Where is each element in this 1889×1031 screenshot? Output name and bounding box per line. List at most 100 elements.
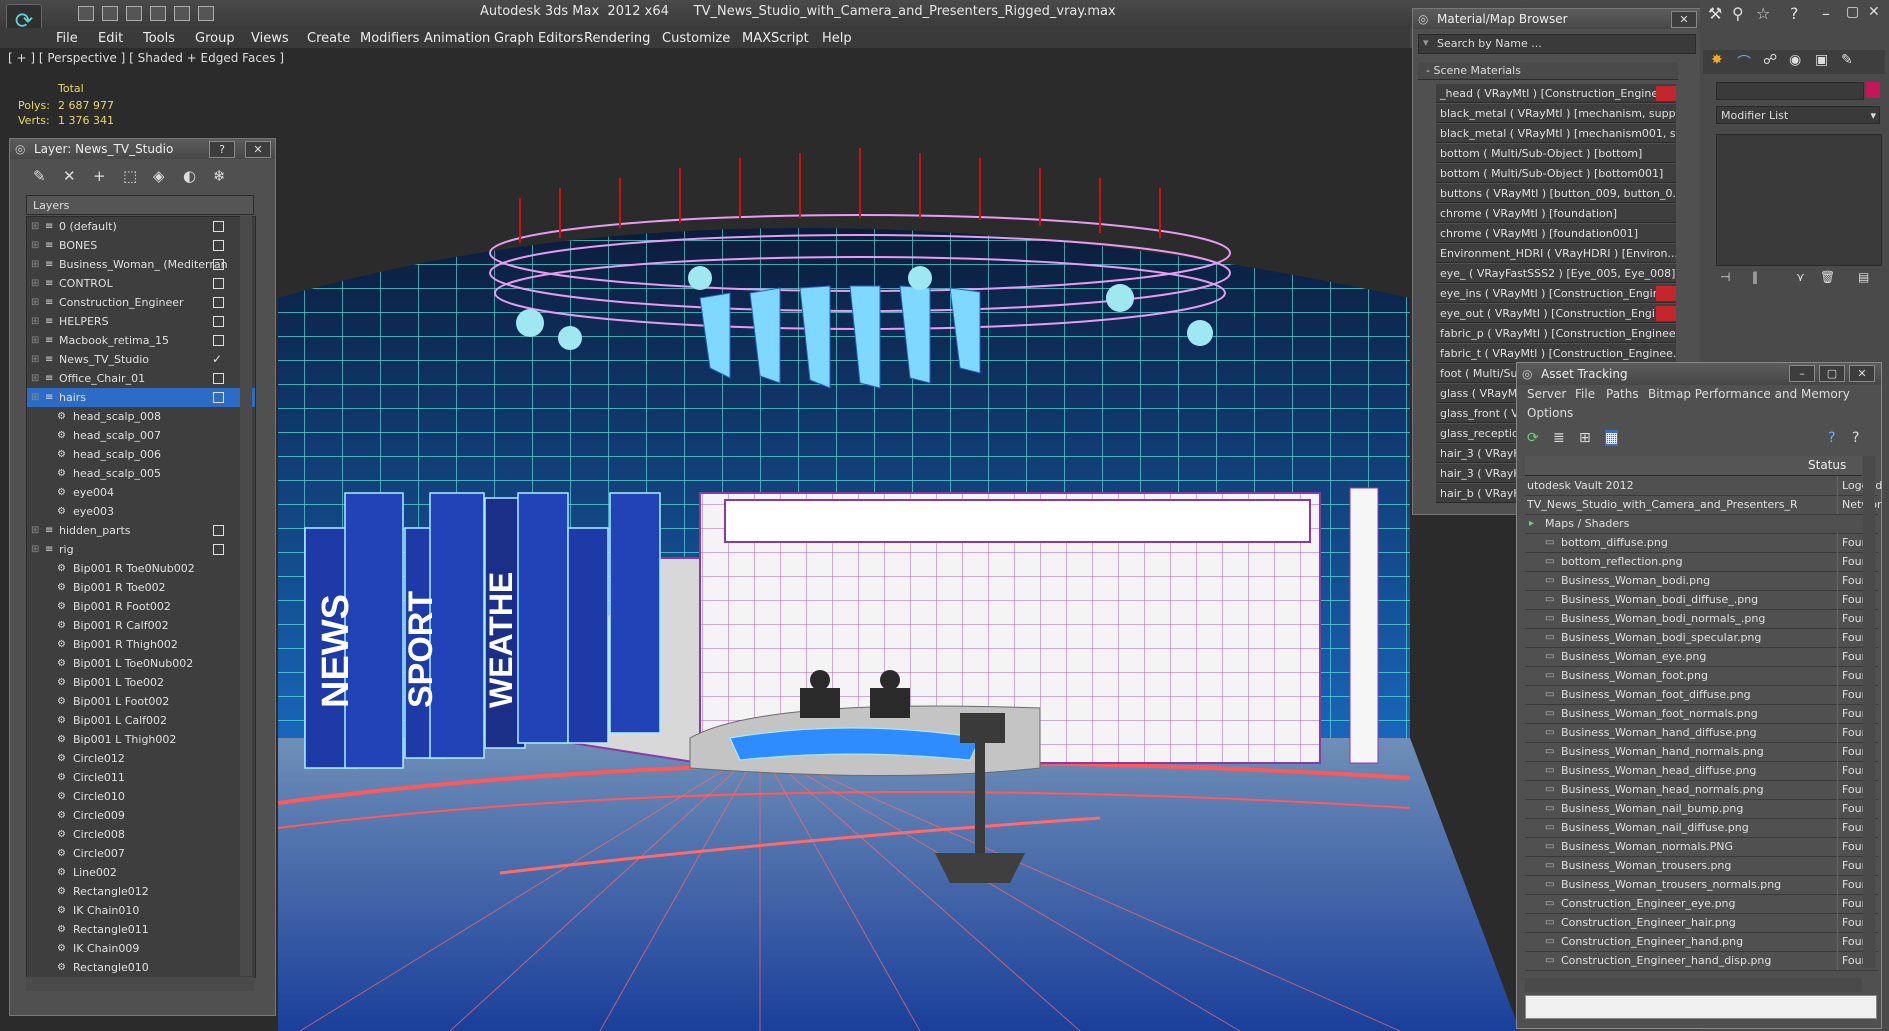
select-objects-icon[interactable]: ⬚ bbox=[123, 167, 137, 185]
material-search-box[interactable]: ▾ Search by Name ... bbox=[1418, 34, 1696, 54]
asset-menu-file[interactable]: File bbox=[1575, 387, 1595, 401]
asset-row[interactable]: ▭ Construction_Engineer_hair.png Found bbox=[1525, 913, 1878, 933]
layer-row[interactable]: ⊞ ≡ Office_Chair_01 bbox=[27, 369, 255, 388]
motion-tab-icon[interactable]: ◉ bbox=[1789, 52, 1801, 68]
hide-toggle-box[interactable] bbox=[213, 335, 224, 346]
asset-row[interactable]: ▭ Business_Woman_head_diffuse.png Found bbox=[1525, 761, 1878, 781]
highlight-layer-icon[interactable]: ◈ bbox=[153, 167, 165, 185]
hide-toggle-box[interactable] bbox=[213, 544, 224, 555]
object-color-swatch[interactable] bbox=[1866, 82, 1880, 98]
asset-row[interactable]: ▭ Business_Woman_bodi_normals_.png Found bbox=[1525, 609, 1878, 629]
layer-row[interactable]: ⚙ head_scalp_007 bbox=[27, 426, 255, 445]
minimize-window-icon[interactable]: – bbox=[1822, 4, 1830, 23]
modifier-list-dropdown[interactable]: Modifier List ▾ bbox=[1716, 106, 1880, 124]
material-row[interactable]: eye_ins ( VRayMtl ) [Construction_Engine… bbox=[1436, 284, 1676, 303]
asset-menu-server[interactable]: Server bbox=[1527, 387, 1566, 401]
material-row[interactable]: bottom ( Multi/Sub-Object ) [bottom001] bbox=[1436, 164, 1676, 183]
hierarchy-tab-icon[interactable]: ☍ bbox=[1763, 52, 1777, 68]
material-row[interactable]: _head ( VRayMtl ) [Construction_Engineer… bbox=[1436, 84, 1676, 103]
asset-path-field[interactable] bbox=[1525, 995, 1877, 1019]
redo-icon[interactable] bbox=[174, 6, 190, 21]
expand-icon[interactable]: ⊞ bbox=[31, 331, 39, 350]
layer-row[interactable]: ⊞ ≡ BONES bbox=[27, 236, 255, 255]
scene-materials-section[interactable]: - Scene Materials bbox=[1418, 62, 1678, 80]
expand-icon[interactable]: ⊞ bbox=[31, 293, 39, 312]
help-query-icon[interactable]: ? bbox=[1828, 430, 1835, 446]
layer-row[interactable]: ⚙ Circle011 bbox=[27, 768, 255, 787]
asset-row[interactable]: ▭ Business_Woman_bodi_specular.png Found bbox=[1525, 628, 1878, 648]
open-file-icon[interactable] bbox=[102, 6, 118, 21]
asset-row[interactable]: ▭ Business_Woman_trousers.png Found bbox=[1525, 856, 1878, 876]
layer-row[interactable]: ⚙ head_scalp_008 bbox=[27, 407, 255, 426]
asset-row[interactable]: utodesk Vault 2012 Logged C bbox=[1525, 476, 1882, 496]
asset-row[interactable]: ▭ bottom_reflection.png Found bbox=[1525, 552, 1878, 572]
asset-row[interactable]: ▭ Business_Woman_head_normals.png Found bbox=[1525, 780, 1878, 800]
layer-row[interactable]: ⚙ Bip001 L Thigh002 bbox=[27, 730, 255, 749]
expand-icon[interactable]: ⊞ bbox=[31, 388, 39, 407]
configure-sets-icon[interactable]: ▤ bbox=[1858, 270, 1869, 284]
tree-view-icon[interactable]: ⊞ bbox=[1579, 430, 1591, 446]
delete-layer-icon[interactable]: ✕ bbox=[63, 167, 76, 185]
layer-row[interactable]: ⊞ ≡ News_TV_Studio ✓ bbox=[27, 350, 255, 369]
modify-tab-icon[interactable]: ⌒ bbox=[1737, 52, 1751, 72]
menu-edit[interactable]: Edit bbox=[98, 31, 123, 46]
material-row[interactable]: buttons ( VRayMtl ) [button_009, button_… bbox=[1436, 184, 1676, 203]
expand-icon[interactable]: ⊞ bbox=[31, 217, 39, 236]
asset-row[interactable]: ▭ Business_Woman_nail_diffuse.png Found bbox=[1525, 818, 1878, 838]
make-unique-icon[interactable]: ⋎ bbox=[1796, 270, 1805, 284]
search-icon[interactable]: ⚲ bbox=[1732, 4, 1744, 23]
expand-icon[interactable]: ⊞ bbox=[31, 350, 39, 369]
new-file-icon[interactable] bbox=[78, 6, 94, 21]
menu-views[interactable]: Views bbox=[251, 31, 289, 46]
expand-icon[interactable]: ⊞ bbox=[31, 274, 39, 293]
asset-menu-bitmap-performance[interactable]: Bitmap Performance and Memory bbox=[1648, 387, 1850, 401]
material-browser-titlebar[interactable]: ◎ Material/Map Browser ✕ bbox=[1413, 9, 1701, 29]
material-row[interactable]: bottom ( Multi/Sub-Object ) [bottom] bbox=[1436, 144, 1676, 163]
layer-row[interactable]: ⊞ ≡ CONTROL bbox=[27, 274, 255, 293]
menu-customize[interactable]: Customize bbox=[662, 31, 730, 46]
layer-row[interactable]: ⊞ ≡ Construction_Engineer bbox=[27, 293, 255, 312]
asset-row[interactable]: ▭ Business_Woman_hand_diffuse.png Found bbox=[1525, 723, 1878, 743]
layer-row[interactable]: ⚙ Bip001 R Toe002 bbox=[27, 578, 255, 597]
menu-arrow-icon[interactable]: ▾ bbox=[1423, 36, 1429, 49]
layer-row[interactable]: ⚙ IK Chain010 bbox=[27, 901, 255, 920]
layer-row[interactable]: ⊞ ≡ rig bbox=[27, 540, 255, 559]
layer-row[interactable]: ⚙ Bip001 R Thigh002 bbox=[27, 635, 255, 654]
table-view-icon[interactable]: ▦ bbox=[1605, 430, 1619, 446]
menu-group[interactable]: Group bbox=[195, 31, 235, 46]
hide-toggle-box[interactable] bbox=[213, 240, 224, 251]
material-row[interactable]: eye_out ( VRayMtl ) [Construction_Engine… bbox=[1436, 304, 1676, 323]
layer-panel-titlebar[interactable]: ◎ Layer: News_TV_Studio ? ✕ bbox=[10, 139, 275, 159]
asset-row[interactable]: ▭ Business_Woman_hand_normals.png Found bbox=[1525, 742, 1878, 762]
modifier-stack[interactable] bbox=[1716, 134, 1882, 266]
asset-row[interactable]: ▭ Business_Woman_trousers_normals.png Foun… bbox=[1525, 875, 1878, 895]
hide-toggle-box[interactable] bbox=[213, 259, 224, 270]
asset-row[interactable]: ▭ Construction_Engineer_eye.png Found bbox=[1525, 894, 1878, 914]
layer-row[interactable]: ⚙ Circle008 bbox=[27, 825, 255, 844]
expand-icon[interactable]: ⊞ bbox=[31, 540, 39, 559]
hide-toggle-box[interactable] bbox=[213, 297, 224, 308]
hide-all-icon[interactable]: ◐ bbox=[183, 167, 196, 185]
layer-row[interactable]: ⚙ Bip001 R Foot002 bbox=[27, 597, 255, 616]
hide-toggle-box[interactable] bbox=[213, 392, 224, 403]
layer-row[interactable]: ⚙ Rectangle011 bbox=[27, 920, 255, 939]
asset-row[interactable]: ▭ bottom_diffuse.png Found bbox=[1525, 533, 1878, 553]
layer-row[interactable]: ⚙ eye004 bbox=[27, 483, 255, 502]
layer-row[interactable]: ⚙ head_scalp_005 bbox=[27, 464, 255, 483]
asset-row[interactable]: ▭ Business_Woman_normals.PNG Found bbox=[1525, 837, 1878, 857]
hide-toggle-box[interactable] bbox=[213, 316, 224, 327]
hide-toggle-box[interactable] bbox=[213, 221, 224, 232]
hide-toggle-box[interactable] bbox=[213, 525, 224, 536]
star-icon[interactable]: ☆ bbox=[1756, 4, 1770, 23]
menu-modifiers[interactable]: Modifiers bbox=[360, 31, 419, 46]
expand-icon[interactable]: ⊞ bbox=[31, 255, 39, 274]
asset-row[interactable]: ▭ Construction_Engineer_hand_disp.png Foun… bbox=[1525, 951, 1878, 971]
close-button[interactable]: ✕ bbox=[245, 141, 271, 158]
layer-row[interactable]: ⊞ ≡ hidden_parts bbox=[27, 521, 255, 540]
maximize-window-icon[interactable]: ▢ bbox=[1846, 4, 1859, 20]
info-query-icon[interactable]: ? bbox=[1852, 430, 1859, 446]
layer-row[interactable]: ⚙ Circle010 bbox=[27, 787, 255, 806]
asset-table-scrollbar[interactable] bbox=[1863, 456, 1875, 968]
list-view-icon[interactable]: ≣ bbox=[1553, 430, 1565, 446]
layer-row[interactable]: ⚙ Bip001 R Calf002 bbox=[27, 616, 255, 635]
